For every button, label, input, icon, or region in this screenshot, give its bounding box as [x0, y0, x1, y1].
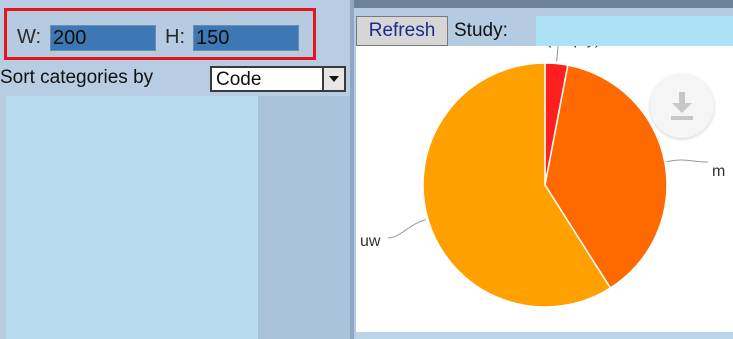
dimensions-bar: W: H: [4, 8, 316, 60]
pie-label: m [712, 163, 725, 180]
category-list-panel [6, 96, 258, 339]
pie-connector [666, 159, 709, 163]
left-pane: W: H: Sort categories by Code [0, 0, 352, 339]
side-panel [258, 96, 350, 339]
chevron-down-icon[interactable] [322, 68, 344, 90]
study-label: Study: [454, 20, 508, 41]
height-label: H: [165, 26, 185, 48]
study-input[interactable] [536, 16, 733, 46]
width-label: W: [17, 26, 42, 48]
pie-label: (empty) [546, 46, 600, 48]
pie-label: uw [360, 233, 381, 250]
refresh-button[interactable]: Refresh [356, 16, 448, 46]
sort-row: Sort categories by Code [0, 64, 352, 94]
pie-connector [387, 219, 427, 239]
download-icon [671, 92, 693, 120]
sort-selected-value: Code [216, 69, 262, 90]
width-input[interactable] [50, 25, 156, 51]
bottom-strip [356, 332, 733, 339]
pie-chart: (empty) m uw [356, 46, 733, 332]
height-input[interactable] [193, 25, 299, 51]
top-border [354, 0, 733, 8]
sort-select[interactable]: Code [210, 66, 346, 92]
sort-label: Sort categories by [0, 67, 154, 88]
pie-connector [556, 46, 559, 62]
download-button[interactable] [650, 74, 714, 138]
